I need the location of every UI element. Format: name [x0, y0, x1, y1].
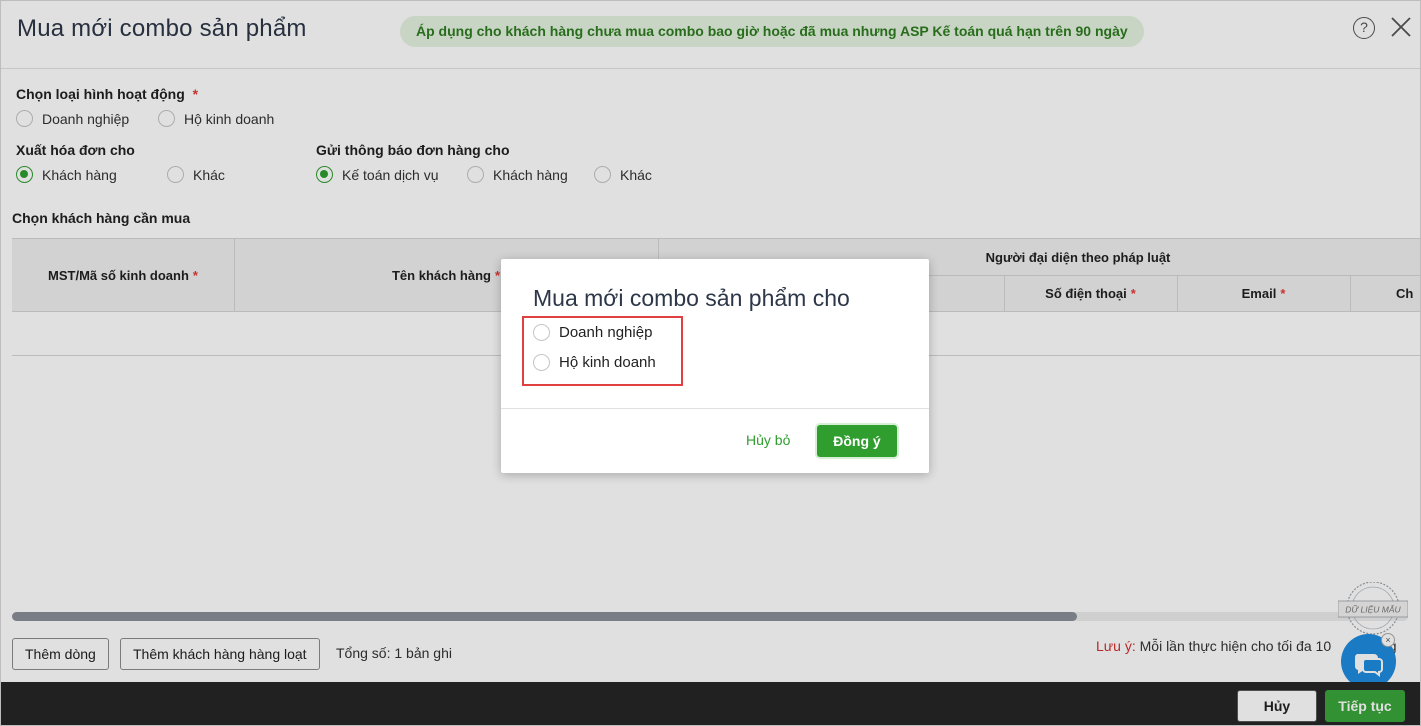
dialog-title: Mua mới combo sản phẩm cho	[533, 285, 850, 311]
dialog-household-radio[interactable]: Hộ kinh doanh	[533, 354, 656, 371]
dialog-cancel-button[interactable]: Hủy bỏ	[746, 432, 790, 448]
dialog-divider	[501, 408, 929, 409]
dialog-business-radio[interactable]: Doanh nghiệp	[533, 324, 652, 341]
dialog-confirm-button[interactable]: Đồng ý	[817, 425, 897, 457]
entity-type-dialog: Mua mới combo sản phẩm cho Doanh nghiệp …	[501, 259, 929, 473]
